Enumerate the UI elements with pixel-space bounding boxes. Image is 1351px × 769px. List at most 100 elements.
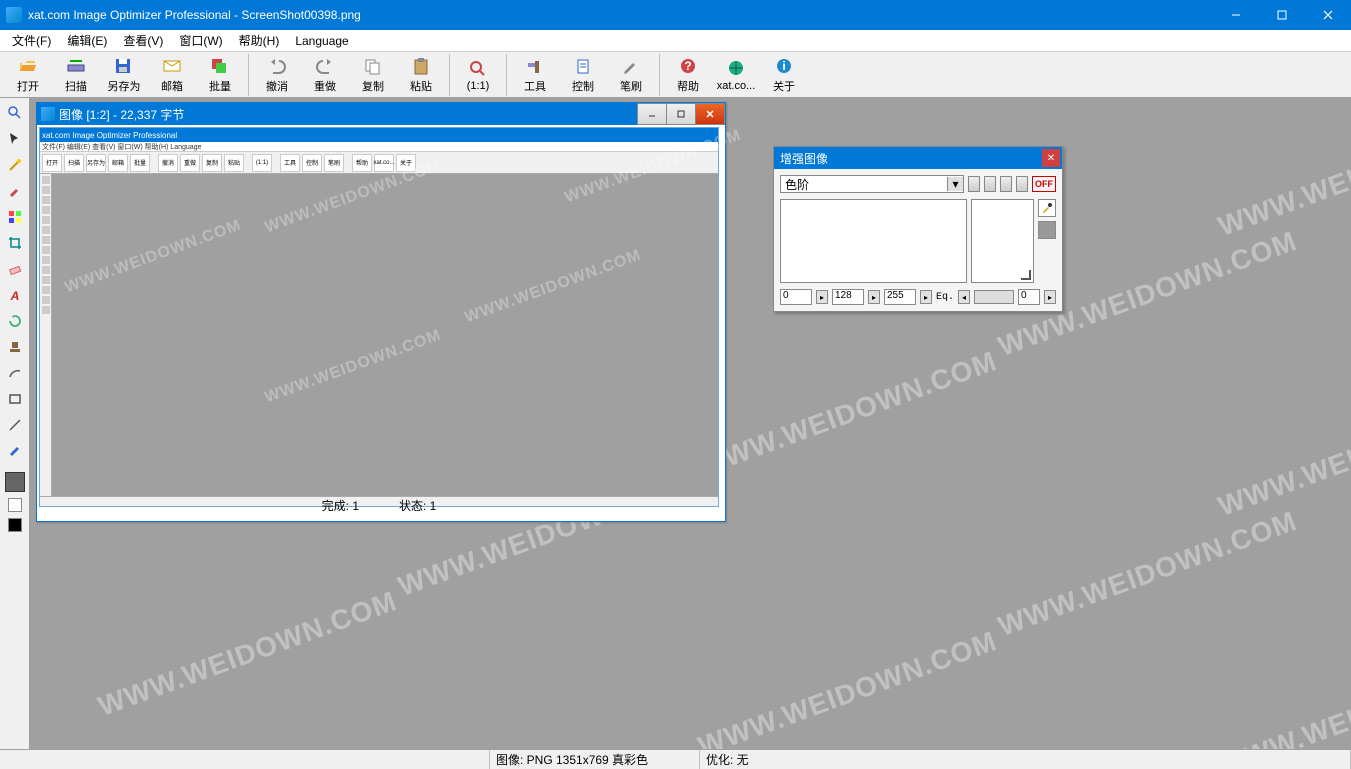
tool-line[interactable]: [4, 414, 26, 436]
brush-button[interactable]: 笔刷: [607, 54, 655, 96]
clipboard-icon: [573, 56, 593, 76]
watermark: WWW.WEIDOWN.COM: [694, 625, 1001, 749]
off-button[interactable]: OFF: [1032, 176, 1056, 192]
scanner-icon: [66, 56, 86, 76]
preset-btn-2[interactable]: [984, 176, 996, 192]
open-button[interactable]: 打开: [4, 54, 52, 96]
menu-language[interactable]: Language: [287, 32, 356, 50]
image-icon: [41, 107, 55, 121]
status-bar: 图像: PNG 1351x769 真彩色 优化: 无: [0, 749, 1351, 769]
enhance-mode-combo[interactable]: 色阶 ▾: [780, 175, 964, 193]
folder-open-icon: [18, 56, 38, 76]
maximize-button[interactable]: [1259, 0, 1305, 30]
app-icon: [6, 7, 22, 23]
mail-button[interactable]: 邮箱: [148, 54, 196, 96]
menu-view[interactable]: 查看(V): [115, 30, 171, 51]
stack-icon: [210, 56, 230, 76]
histogram-preview[interactable]: [971, 199, 1035, 283]
enhance-panel-titlebar[interactable]: 增强图像 ✕: [774, 147, 1062, 169]
slider-left-arrow[interactable]: ◂: [958, 290, 970, 304]
tool-sidebar: A: [0, 98, 30, 749]
preset-btn-1[interactable]: [968, 176, 980, 192]
child-close-button[interactable]: [695, 103, 725, 125]
level-high[interactable]: 255: [884, 289, 916, 305]
menu-window[interactable]: 窗口(W): [171, 30, 230, 51]
status-optimize: 优化: 无: [700, 750, 1351, 769]
tools-button[interactable]: 工具: [511, 54, 559, 96]
envelope-icon: [162, 56, 182, 76]
copy-icon: [363, 56, 383, 76]
enhance-panel-title: 增强图像: [780, 150, 1042, 167]
scan-button[interactable]: 扫描: [52, 54, 100, 96]
watermark: WWW.WEIDOWN.COM: [1214, 385, 1351, 523]
menu-edit[interactable]: 编辑(E): [59, 30, 115, 51]
menu-bar: 文件(F) 编辑(E) 查看(V) 窗口(W) 帮助(H) Language: [0, 30, 1351, 52]
level-mid-stepper[interactable]: ▸: [868, 290, 880, 304]
tool-brush[interactable]: [4, 440, 26, 462]
batch-button[interactable]: 批量: [196, 54, 244, 96]
tool-rect[interactable]: [4, 388, 26, 410]
undo-button[interactable]: 撤消: [253, 54, 301, 96]
color-mini-2[interactable]: [8, 518, 22, 532]
close-button[interactable]: [1305, 0, 1351, 30]
about-button[interactable]: i关于: [760, 54, 808, 96]
image-window-titlebar[interactable]: 图像 [1:2] - 22,337 字节: [37, 103, 725, 125]
inner-menubar: 文件(F) 编辑(E) 查看(V) 窗口(W) 帮助(H) Language: [40, 142, 718, 152]
inner-canvas: WWW.WEIDOWN.COM WWW.WEIDOWN.COM WWW.WEID…: [52, 174, 718, 496]
window-titlebar: xat.com Image Optimizer Professional - S…: [0, 0, 1351, 30]
eyedropper-tool[interactable]: [1038, 199, 1056, 217]
level-out[interactable]: 0: [1018, 289, 1040, 305]
tool-stamp[interactable]: [4, 336, 26, 358]
level-low[interactable]: 0: [780, 289, 812, 305]
inner-statusbar: 完成: 1状态: 1: [40, 496, 718, 506]
menu-help[interactable]: 帮助(H): [231, 30, 288, 51]
redo-button[interactable]: 重做: [301, 54, 349, 96]
magnify-icon: [468, 58, 488, 78]
gray-swatch[interactable]: [1038, 221, 1056, 239]
inner-titlebar: xat.com Image Optimizer Professional: [40, 128, 718, 142]
tool-zoom[interactable]: [4, 102, 26, 124]
help-button[interactable]: ?帮助: [664, 54, 712, 96]
eq-label: Eq.: [936, 292, 954, 303]
slider-right-arrow[interactable]: ▸: [1044, 290, 1056, 304]
level-mid[interactable]: 128: [832, 289, 864, 305]
tool-eraser[interactable]: [4, 258, 26, 280]
xatcom-button[interactable]: xat.co...: [712, 54, 760, 96]
tool-arc[interactable]: [4, 362, 26, 384]
color-swatch[interactable]: [5, 472, 25, 492]
menu-file[interactable]: 文件(F): [4, 30, 59, 51]
tool-wand[interactable]: [4, 154, 26, 176]
control-button[interactable]: 控制: [559, 54, 607, 96]
saveas-button[interactable]: 另存为: [100, 54, 148, 96]
level-slider[interactable]: [974, 290, 1014, 304]
preset-btn-3[interactable]: [1000, 176, 1012, 192]
svg-text:?: ?: [684, 59, 691, 73]
fit-button[interactable]: (1:1): [454, 54, 502, 96]
enhance-panel-close-button[interactable]: ✕: [1042, 149, 1060, 167]
minimize-button[interactable]: [1213, 0, 1259, 30]
level-low-stepper[interactable]: ▸: [816, 290, 828, 304]
paste-button[interactable]: 粘贴: [397, 54, 445, 96]
hammer-icon: [525, 56, 545, 76]
tool-pointer[interactable]: [4, 128, 26, 150]
mdi-workspace: WWW.WEIDOWN.COM WWW.WEIDOWN.COM WWW.WEID…: [30, 98, 1351, 749]
tool-paint[interactable]: [4, 180, 26, 202]
tool-text[interactable]: A: [4, 284, 26, 306]
tool-colorbox[interactable]: [4, 206, 26, 228]
inner-sidebar: [40, 174, 52, 496]
tool-rotate[interactable]: [4, 310, 26, 332]
child-minimize-button[interactable]: [637, 103, 667, 125]
copy-button[interactable]: 复制: [349, 54, 397, 96]
preset-btn-4[interactable]: [1016, 176, 1028, 192]
color-mini-1[interactable]: [8, 498, 22, 512]
svg-text:i: i: [782, 59, 785, 73]
inner-toolbar: 打开扫描另存为邮箱批量 撤消重做复制粘贴 (1:1) 工具控制笔刷 帮助xat.…: [40, 152, 718, 174]
level-high-stepper[interactable]: ▸: [920, 290, 932, 304]
enhance-panel[interactable]: 增强图像 ✕ 色阶 ▾ OFF: [773, 146, 1063, 312]
info-icon: i: [774, 56, 794, 76]
histogram-main[interactable]: [780, 199, 967, 283]
tool-crop[interactable]: [4, 232, 26, 254]
main-toolbar: 打开 扫描 另存为 邮箱 批量 撤消 重做 复制 粘贴 (1:1) 工具 控制 …: [0, 52, 1351, 98]
image-window[interactable]: 图像 [1:2] - 22,337 字节 xat.com Image Optim…: [36, 102, 726, 522]
child-maximize-button[interactable]: [666, 103, 696, 125]
